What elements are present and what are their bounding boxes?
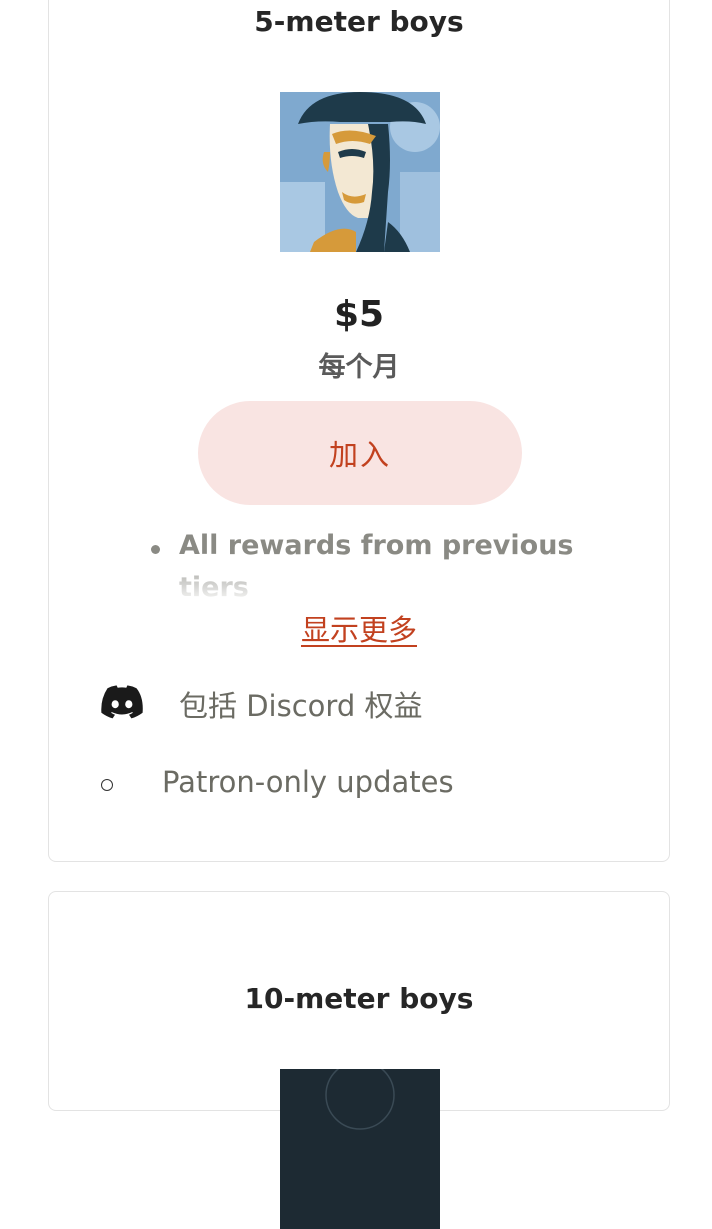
tier-image bbox=[280, 92, 440, 252]
tier-period: 每个月 bbox=[318, 352, 400, 383]
bullet-icon bbox=[151, 545, 160, 554]
perk-updates-label: Patron-only updates bbox=[162, 765, 454, 799]
rewards-list: All rewards from previous tiers bbox=[145, 525, 575, 601]
perk-discord: 包括 Discord 权益 bbox=[49, 683, 671, 727]
join-button[interactable]: 加入 bbox=[198, 401, 522, 505]
tier-card-5-meter: 5-meter boys $5 每个月 加入 All rewards from … bbox=[48, 0, 670, 862]
discord-icon bbox=[101, 685, 143, 719]
perk-discord-label: 包括 Discord 权益 bbox=[179, 689, 423, 723]
circle-bullet-icon bbox=[101, 779, 113, 791]
tier-title: 5-meter boys bbox=[254, 5, 464, 38]
tier-title: 10-meter boys bbox=[244, 982, 474, 1015]
tier-card-10-meter: 10-meter boys bbox=[48, 891, 670, 1229]
rewards-fade-overlay bbox=[145, 559, 575, 601]
tier-price: $5 bbox=[333, 294, 385, 335]
show-more-link[interactable]: 显示更多 bbox=[49, 607, 669, 649]
perk-patron-updates: Patron-only updates bbox=[49, 765, 671, 809]
tier-image bbox=[280, 1069, 440, 1229]
